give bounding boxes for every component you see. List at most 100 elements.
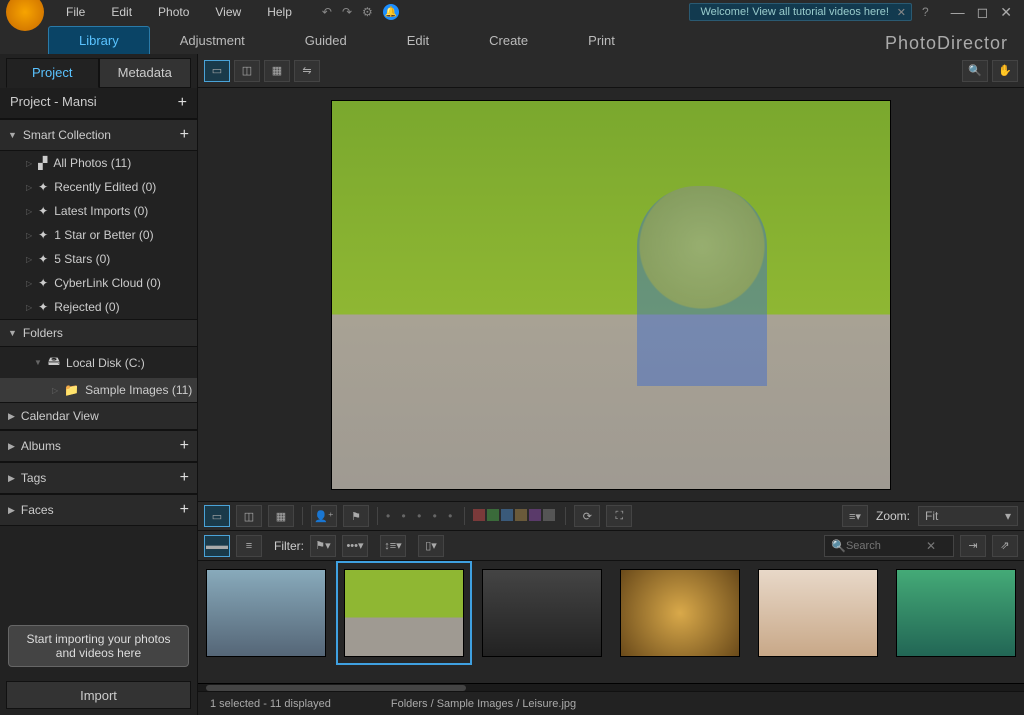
thumbnail[interactable] bbox=[620, 569, 740, 657]
smart-collection-label: Smart Collection bbox=[23, 128, 180, 142]
folder-local-disk[interactable]: ▼ 🖴 Local Disk (C:) bbox=[0, 347, 197, 378]
smart-item-4[interactable]: ▷✦5 Stars (0) bbox=[0, 247, 197, 271]
mode-library[interactable]: Library bbox=[48, 26, 150, 54]
notification-icon[interactable]: 🔔 bbox=[383, 4, 399, 20]
section-faces[interactable]: ▶ Faces+ bbox=[0, 494, 197, 526]
help-icon[interactable]: ? bbox=[922, 5, 929, 19]
maximize-icon[interactable]: ◻ bbox=[977, 4, 989, 21]
flag-icon[interactable]: ⚑ bbox=[343, 505, 369, 527]
zoom-tool-icon[interactable]: 🔍 bbox=[962, 60, 988, 82]
chevron-right-icon: ▶ bbox=[8, 505, 15, 516]
zoom-select[interactable]: Fit ▾ bbox=[918, 506, 1018, 526]
browser-list-icon[interactable]: ≡ bbox=[236, 535, 262, 557]
menu-file[interactable]: File bbox=[54, 1, 97, 23]
color-label[interactable] bbox=[487, 509, 499, 521]
add-project-button[interactable]: + bbox=[178, 94, 187, 112]
mode-edit[interactable]: Edit bbox=[377, 27, 459, 54]
pan-tool-icon[interactable]: ✋ bbox=[992, 60, 1018, 82]
chevron-down-icon: ▼ bbox=[8, 328, 17, 338]
section-albums[interactable]: ▶Albums+ bbox=[0, 430, 197, 462]
main-menu: File Edit Photo View Help bbox=[54, 1, 304, 23]
mode-adjustment[interactable]: Adjustment bbox=[150, 27, 275, 54]
section-smart-collection[interactable]: ▼ Smart Collection + bbox=[0, 119, 197, 151]
browser-thumb-icon[interactable]: ▬▬ bbox=[204, 535, 230, 557]
share-icon[interactable]: ⇗ bbox=[992, 535, 1018, 557]
filmstrip-scrollbar[interactable] bbox=[198, 683, 1024, 691]
view-mirror-icon[interactable]: ⇋ bbox=[294, 60, 320, 82]
thumbnail[interactable] bbox=[896, 569, 1016, 657]
section-calendar-view[interactable]: ▶Calendar View bbox=[0, 402, 197, 430]
folder-sample-images[interactable]: ▷ 📁 Sample Images (11) bbox=[0, 378, 197, 402]
thumbnail[interactable] bbox=[758, 569, 878, 657]
menu-photo[interactable]: Photo bbox=[146, 1, 201, 23]
preview-area[interactable] bbox=[198, 88, 1024, 501]
add-smart-collection-button[interactable]: + bbox=[180, 126, 189, 144]
color-labels[interactable] bbox=[473, 509, 557, 524]
section-folders[interactable]: ▼ Folders bbox=[0, 319, 197, 347]
thumbnail[interactable] bbox=[206, 569, 326, 657]
add-button[interactable]: + bbox=[180, 501, 189, 519]
menu-edit[interactable]: Edit bbox=[99, 1, 144, 23]
color-label[interactable] bbox=[515, 509, 527, 521]
filter-rating-icon[interactable]: •••▾ bbox=[342, 535, 368, 557]
thumbnail-selected[interactable] bbox=[344, 569, 464, 657]
tree-item-label: Recently Edited (0) bbox=[54, 180, 156, 194]
status-path: Folders / Sample Images / Leisure.jpg bbox=[391, 698, 576, 710]
menu-help[interactable]: Help bbox=[255, 1, 304, 23]
screen-icon[interactable]: ⛶ bbox=[606, 505, 632, 527]
mode-print[interactable]: Print bbox=[558, 27, 645, 54]
chevron-right-icon: ▷ bbox=[26, 159, 32, 168]
color-label[interactable] bbox=[501, 509, 513, 521]
smart-item-2[interactable]: ▷✦Latest Imports (0) bbox=[0, 199, 197, 223]
smart-item-1[interactable]: ▷✦Recently Edited (0) bbox=[0, 175, 197, 199]
color-label[interactable] bbox=[543, 509, 555, 521]
mode-guided[interactable]: Guided bbox=[275, 27, 377, 54]
layout-single-icon[interactable]: ▭ bbox=[204, 505, 230, 527]
layout-split-icon[interactable]: ◫ bbox=[236, 505, 262, 527]
menu-view[interactable]: View bbox=[203, 1, 253, 23]
section-label: Calendar View bbox=[21, 409, 189, 423]
view-single-icon[interactable]: ▭ bbox=[204, 60, 230, 82]
smart-item-0[interactable]: ▷▞All Photos (11) bbox=[0, 151, 197, 175]
close-window-icon[interactable]: ✕ bbox=[1000, 4, 1012, 21]
thumbnail[interactable] bbox=[482, 569, 602, 657]
rating-stars[interactable]: • • • • • bbox=[386, 509, 456, 523]
zoom-label: Zoom: bbox=[876, 509, 910, 523]
chevron-right-icon: ▷ bbox=[52, 386, 58, 395]
sort-icon[interactable]: ↕≡▾ bbox=[380, 535, 406, 557]
color-label[interactable] bbox=[529, 509, 541, 521]
rotate-icon[interactable]: ⟳ bbox=[574, 505, 600, 527]
stack-icon[interactable]: ▯▾ bbox=[418, 535, 444, 557]
add-button[interactable]: + bbox=[180, 437, 189, 455]
section-tags[interactable]: ▶Tags+ bbox=[0, 462, 197, 494]
face-tag-icon[interactable]: 👤⁺ bbox=[311, 505, 337, 527]
import-button[interactable]: Import bbox=[6, 681, 191, 709]
add-button[interactable]: + bbox=[180, 469, 189, 487]
filter-flag-icon[interactable]: ⚑▾ bbox=[310, 535, 336, 557]
tab-metadata[interactable]: Metadata bbox=[99, 58, 192, 88]
section-label: Faces bbox=[21, 503, 180, 517]
tab-project[interactable]: Project bbox=[6, 58, 99, 88]
layout-grid-icon[interactable]: ▦ bbox=[268, 505, 294, 527]
clear-search-icon[interactable]: ✕ bbox=[926, 539, 936, 553]
export-icon[interactable]: ⇥ bbox=[960, 535, 986, 557]
filmstrip[interactable] bbox=[198, 561, 1024, 683]
gear-icon[interactable]: ⚙ bbox=[362, 5, 373, 19]
search-input[interactable] bbox=[846, 540, 926, 552]
undo-icon[interactable]: ↶ bbox=[322, 5, 332, 19]
import-tooltip: Start importing your photos and videos h… bbox=[8, 625, 189, 667]
welcome-banner[interactable]: Welcome! View all tutorial videos here! … bbox=[689, 3, 912, 21]
folder-sub-label: Sample Images (11) bbox=[85, 383, 192, 397]
close-welcome-icon[interactable]: ✕ bbox=[897, 6, 906, 19]
smart-item-5[interactable]: ▷✦CyberLink Cloud (0) bbox=[0, 271, 197, 295]
view-grid-icon[interactable]: ▦ bbox=[264, 60, 290, 82]
smart-item-3[interactable]: ▷✦1 Star or Better (0) bbox=[0, 223, 197, 247]
list-menu-icon[interactable]: ≡▾ bbox=[842, 505, 868, 527]
search-box[interactable]: 🔍 ✕ bbox=[824, 535, 954, 557]
color-label[interactable] bbox=[473, 509, 485, 521]
view-compare-icon[interactable]: ◫ bbox=[234, 60, 260, 82]
mode-create[interactable]: Create bbox=[459, 27, 558, 54]
smart-item-6[interactable]: ▷✦Rejected (0) bbox=[0, 295, 197, 319]
redo-icon[interactable]: ↷ bbox=[342, 5, 352, 19]
minimize-icon[interactable]: — bbox=[951, 4, 965, 21]
